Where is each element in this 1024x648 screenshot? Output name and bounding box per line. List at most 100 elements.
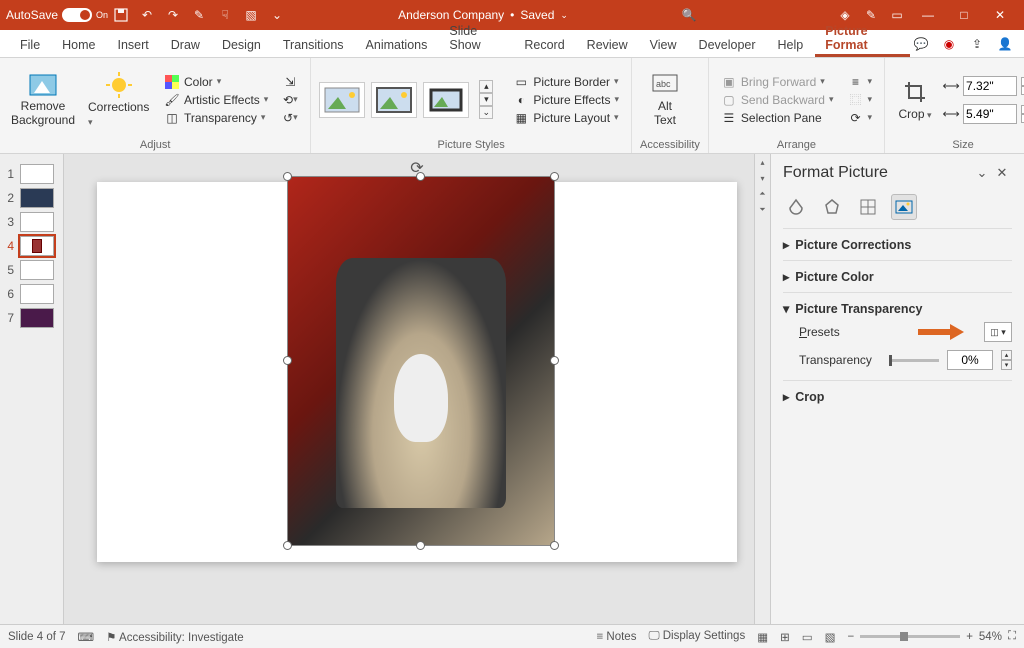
- resize-handle-se[interactable]: [550, 541, 559, 550]
- tab-record[interactable]: Record: [514, 32, 574, 57]
- save-icon[interactable]: [112, 6, 130, 24]
- gallery-down-icon[interactable]: ▾: [479, 93, 493, 106]
- thumb-3[interactable]: 3: [4, 212, 59, 232]
- comments-icon[interactable]: 💬: [912, 35, 930, 53]
- vertical-scrollbar[interactable]: ▴ ▾ ⏶ ⏷: [754, 154, 770, 624]
- fit-to-window-icon[interactable]: ⛶: [1008, 630, 1016, 643]
- view-normal-icon[interactable]: ▦: [757, 630, 768, 644]
- tab-design[interactable]: Design: [212, 32, 271, 57]
- reset-picture-button[interactable]: ↺: [278, 109, 302, 127]
- account-icon[interactable]: 👤: [996, 35, 1014, 53]
- picture-tab-icon[interactable]: [891, 194, 917, 220]
- compress-button[interactable]: ⇲: [278, 73, 302, 91]
- view-reading-icon[interactable]: ▭: [802, 630, 813, 644]
- tab-draw[interactable]: Draw: [161, 32, 210, 57]
- view-sorter-icon[interactable]: ⊞: [780, 630, 790, 644]
- artistic-effects-button[interactable]: 🖌Artistic Effects: [160, 91, 272, 109]
- present-icon[interactable]: ▧: [242, 6, 260, 24]
- display-settings-button[interactable]: 🖵 Display Settings: [648, 630, 745, 643]
- presets-dropdown[interactable]: ◫ ▾: [984, 322, 1012, 342]
- minimize-button[interactable]: —: [910, 1, 946, 29]
- resize-handle-w[interactable]: [283, 356, 292, 365]
- tab-transitions[interactable]: Transitions: [273, 32, 354, 57]
- qat-overflow-icon[interactable]: ⌄: [268, 6, 286, 24]
- tab-help[interactable]: Help: [768, 32, 814, 57]
- zoom-value[interactable]: 54%: [979, 631, 1002, 643]
- language-icon[interactable]: ⌨: [78, 630, 95, 644]
- selection-pane-button[interactable]: ☰Selection Pane: [717, 109, 838, 127]
- alt-text-button[interactable]: abc Alt Text: [640, 68, 690, 132]
- tab-slideshow[interactable]: Slide Show: [439, 18, 512, 57]
- thumb-5[interactable]: 5: [4, 260, 59, 280]
- effects-tab-icon[interactable]: [819, 194, 845, 220]
- remove-background-button[interactable]: Remove Background: [8, 68, 78, 132]
- touch-icon[interactable]: ☟: [216, 6, 234, 24]
- prev-slide-icon[interactable]: ⏶: [755, 186, 770, 202]
- gallery-up-icon[interactable]: ▴: [479, 80, 493, 93]
- pane-close-icon[interactable]: ✕: [992, 165, 1012, 181]
- style-preset-3[interactable]: [423, 82, 469, 118]
- ribbon-display-icon[interactable]: ▭: [888, 6, 906, 24]
- tab-file[interactable]: File: [10, 32, 50, 57]
- picture-border-button[interactable]: ▭Picture Border: [509, 73, 623, 91]
- accessibility-status[interactable]: ⚑ Accessibility: Investigate: [106, 630, 244, 644]
- bring-forward-button[interactable]: ▣Bring Forward: [717, 73, 838, 91]
- thumb-1[interactable]: 1: [4, 164, 59, 184]
- scroll-down-icon[interactable]: ▾: [755, 170, 770, 186]
- picture-effects-button[interactable]: ◐Picture Effects: [509, 91, 623, 109]
- zoom-in-icon[interactable]: +: [966, 631, 973, 643]
- zoom-out-icon[interactable]: −: [847, 631, 854, 643]
- transparency-button[interactable]: ◫Transparency: [160, 109, 272, 127]
- redo-icon[interactable]: ↷: [164, 6, 182, 24]
- title-dropdown-icon[interactable]: ⌄: [560, 10, 568, 21]
- align-button[interactable]: ≡: [844, 73, 877, 91]
- canvas-area[interactable]: ⟳ ▴ ▾ ⏶ ⏷: [64, 154, 770, 624]
- pane-options-icon[interactable]: ⌄: [972, 165, 992, 181]
- crop-button[interactable]: Crop: [893, 75, 937, 125]
- resize-handle-e[interactable]: [550, 356, 559, 365]
- fill-tab-icon[interactable]: [783, 194, 809, 220]
- resize-handle-ne[interactable]: [550, 172, 559, 181]
- resize-handle-sw[interactable]: [283, 541, 292, 550]
- gallery-more-icon[interactable]: ⌄: [479, 106, 493, 119]
- toggle-switch-icon[interactable]: [62, 8, 92, 22]
- autosave-toggle[interactable]: AutoSave On: [6, 8, 108, 22]
- tab-view[interactable]: View: [640, 32, 687, 57]
- share-icon[interactable]: ⇪: [968, 35, 986, 53]
- style-preset-1[interactable]: [319, 82, 365, 118]
- width-input[interactable]: [963, 104, 1017, 124]
- record-small-icon[interactable]: ◉: [940, 35, 958, 53]
- selected-picture[interactable]: [287, 176, 555, 546]
- rotate-button[interactable]: ⟳: [844, 109, 877, 127]
- transp-down-icon[interactable]: ▾: [1001, 360, 1012, 370]
- size-tab-icon[interactable]: [855, 194, 881, 220]
- search-icon[interactable]: 🔍: [680, 6, 698, 24]
- resize-handle-nw[interactable]: [283, 172, 292, 181]
- tab-home[interactable]: Home: [52, 32, 105, 57]
- resize-handle-n[interactable]: [416, 172, 425, 181]
- maximize-button[interactable]: □: [946, 1, 982, 29]
- transparency-slider[interactable]: [889, 359, 939, 362]
- tab-animations[interactable]: Animations: [356, 32, 438, 57]
- corrections-button[interactable]: Corrections: [84, 68, 154, 132]
- height-input[interactable]: [963, 76, 1017, 96]
- coming-soon-icon[interactable]: ✎: [862, 6, 880, 24]
- group-button[interactable]: ⿴: [844, 91, 877, 109]
- notes-button[interactable]: ≡ Notes: [597, 631, 637, 643]
- section-crop[interactable]: ▸Crop: [783, 387, 1012, 406]
- tab-review[interactable]: Review: [577, 32, 638, 57]
- scroll-up-icon[interactable]: ▴: [755, 154, 770, 170]
- tab-insert[interactable]: Insert: [108, 32, 159, 57]
- resize-handle-s[interactable]: [416, 541, 425, 550]
- thumb-4[interactable]: 4: [4, 236, 59, 256]
- view-slideshow-icon[interactable]: ▧: [825, 630, 836, 644]
- transp-up-icon[interactable]: ▴: [1001, 350, 1012, 360]
- slide-canvas[interactable]: [97, 182, 737, 562]
- section-corrections[interactable]: ▸Picture Corrections: [783, 235, 1012, 254]
- send-backward-button[interactable]: ▢Send Backward: [717, 91, 838, 109]
- picture-layout-button[interactable]: ▦Picture Layout: [509, 109, 623, 127]
- color-button[interactable]: Color: [160, 73, 272, 91]
- section-color[interactable]: ▸Picture Color: [783, 267, 1012, 286]
- draw-icon[interactable]: ✎: [190, 6, 208, 24]
- undo-icon[interactable]: ↶: [138, 6, 156, 24]
